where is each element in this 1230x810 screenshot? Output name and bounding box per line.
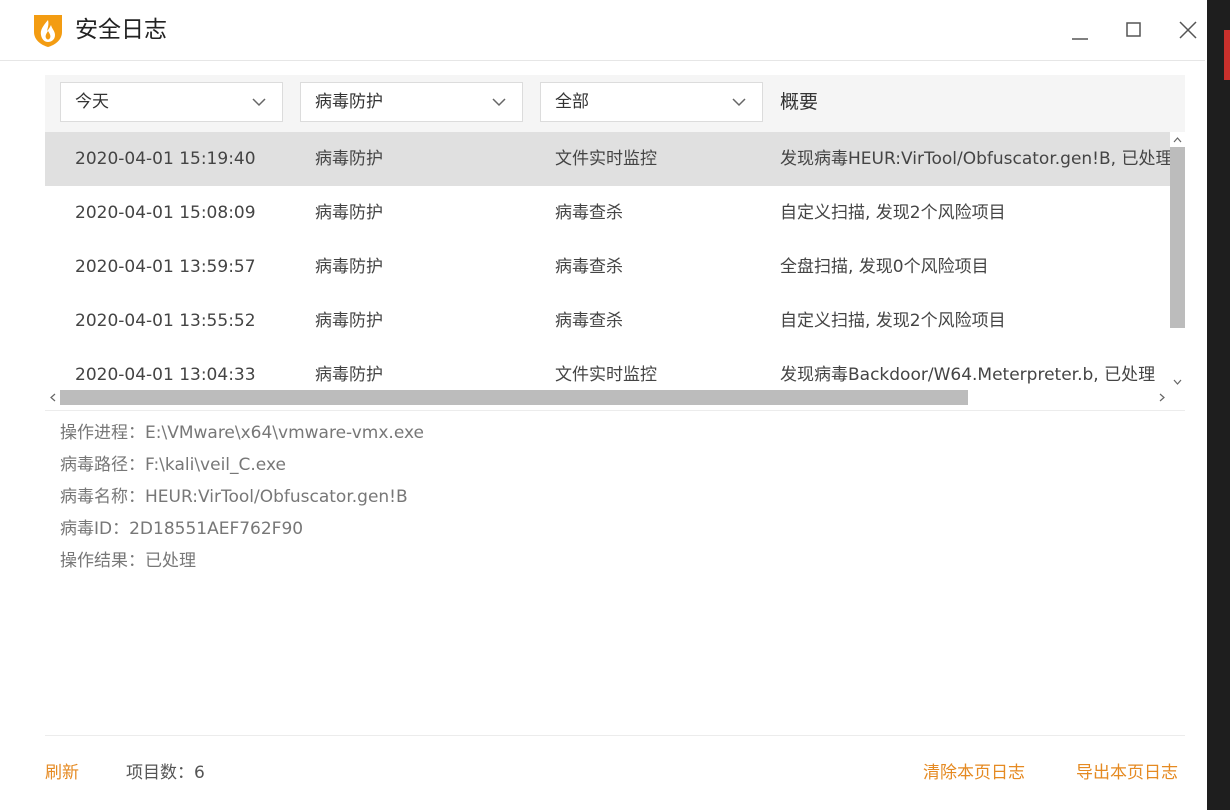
log-type: 病毒查杀 <box>555 311 623 331</box>
log-type: 文件实时监控 <box>555 365 657 385</box>
log-row[interactable]: 2020-04-01 13:59:57 病毒防护 病毒查杀 全盘扫描, 发现0个… <box>45 240 1170 294</box>
desktop-window-edge <box>1224 30 1230 80</box>
log-time: 2020-04-01 13:59:57 <box>75 257 256 277</box>
scroll-right-button[interactable] <box>1155 390 1169 405</box>
log-type: 文件实时监控 <box>555 149 657 169</box>
horizontal-scrollbar-thumb[interactable] <box>60 390 968 405</box>
log-summary: 全盘扫描, 发现0个风险项目 <box>780 257 989 277</box>
log-summary: 发现病毒Backdoor/W64.Meterpreter.b, 已处理 <box>780 365 1156 385</box>
title-bar: 安全日志 <box>0 0 1205 61</box>
log-row[interactable]: 2020-04-01 15:08:09 病毒防护 病毒查杀 自定义扫描, 发现2… <box>45 186 1170 240</box>
chevron-down-icon <box>1173 379 1182 385</box>
minimize-button[interactable] <box>1065 15 1095 45</box>
detail-panel: 操作进程：E:\VMware\x64\vmware-vmx.exe 病毒路径：F… <box>60 417 1160 577</box>
clear-page-log-button[interactable]: 清除本页日志 <box>923 758 1025 788</box>
desktop-background <box>1207 0 1230 810</box>
scroll-up-button[interactable] <box>1170 132 1185 146</box>
log-module: 病毒防护 <box>315 257 383 277</box>
log-type: 病毒查杀 <box>555 203 623 223</box>
log-summary: 发现病毒HEUR:VirTool/Obfuscator.gen!B, 已处理 <box>780 149 1170 169</box>
chevron-down-icon <box>252 98 266 107</box>
divider <box>45 410 1185 411</box>
close-icon <box>1179 21 1197 39</box>
log-row[interactable]: 2020-04-01 13:04:33 病毒防护 文件实时监控 发现病毒Back… <box>45 348 1170 390</box>
scroll-left-button[interactable] <box>46 390 60 405</box>
flame-shield-icon <box>34 15 62 47</box>
chevron-down-icon <box>732 98 746 107</box>
log-module: 病毒防护 <box>315 365 383 385</box>
detail-virus-name: 病毒名称：HEUR:VirTool/Obfuscator.gen!B <box>60 487 408 507</box>
export-page-log-button[interactable]: 导出本页日志 <box>1076 758 1178 788</box>
log-list: 2020-04-01 15:19:40 病毒防护 文件实时监控 发现病毒HEUR… <box>45 132 1170 390</box>
item-count: 项目数：6 <box>126 763 205 783</box>
type-filter-value: 全部 <box>555 92 589 112</box>
detail-process: 操作进程：E:\VMware\x64\vmware-vmx.exe <box>60 423 424 443</box>
detail-virus-path: 病毒路径：F:\kali\veil_C.exe <box>60 455 286 475</box>
maximize-icon <box>1126 22 1141 37</box>
refresh-button[interactable]: 刷新 <box>45 758 79 788</box>
log-summary: 自定义扫描, 发现2个风险项目 <box>780 311 1006 331</box>
maximize-button[interactable] <box>1119 15 1149 45</box>
date-filter-dropdown[interactable]: 今天 <box>60 82 283 122</box>
log-type: 病毒查杀 <box>555 257 623 277</box>
chevron-right-icon <box>1159 393 1165 402</box>
module-filter-value: 病毒防护 <box>315 92 383 112</box>
footer: 刷新 项目数：6 清除本页日志 导出本页日志 <box>0 758 1205 788</box>
summary-column-header: 概要 <box>780 91 819 113</box>
detail-virus-id: 病毒ID：2D18551AEF762F90 <box>60 519 304 539</box>
log-time: 2020-04-01 15:19:40 <box>75 149 256 169</box>
chevron-left-icon <box>50 393 56 402</box>
log-time: 2020-04-01 15:08:09 <box>75 203 256 223</box>
security-log-window: 安全日志 今天 病毒防护 全部 概要 2020-04-01 15:19:40 病… <box>0 0 1205 810</box>
divider <box>45 735 1185 736</box>
log-module: 病毒防护 <box>315 203 383 223</box>
module-filter-dropdown[interactable]: 病毒防护 <box>300 82 523 122</box>
vertical-scrollbar-thumb[interactable] <box>1170 147 1185 328</box>
filter-header-row: 今天 病毒防护 全部 概要 <box>45 75 1185 132</box>
log-row[interactable]: 2020-04-01 13:55:52 病毒防护 病毒查杀 自定义扫描, 发现2… <box>45 294 1170 348</box>
log-summary: 自定义扫描, 发现2个风险项目 <box>780 203 1006 223</box>
log-module: 病毒防护 <box>315 149 383 169</box>
minimize-icon <box>1072 38 1088 40</box>
log-row[interactable]: 2020-04-01 15:19:40 病毒防护 文件实时监控 发现病毒HEUR… <box>45 132 1170 186</box>
window-title: 安全日志 <box>75 17 167 43</box>
chevron-up-icon <box>1173 137 1182 143</box>
log-time: 2020-04-01 13:55:52 <box>75 311 256 331</box>
detail-result: 操作结果：已处理 <box>60 551 196 571</box>
date-filter-value: 今天 <box>75 92 109 112</box>
log-time: 2020-04-01 13:04:33 <box>75 365 256 385</box>
chevron-down-icon <box>492 98 506 107</box>
close-button[interactable] <box>1173 15 1203 45</box>
log-module: 病毒防护 <box>315 311 383 331</box>
type-filter-dropdown[interactable]: 全部 <box>540 82 763 122</box>
scroll-down-button[interactable] <box>1170 374 1185 388</box>
